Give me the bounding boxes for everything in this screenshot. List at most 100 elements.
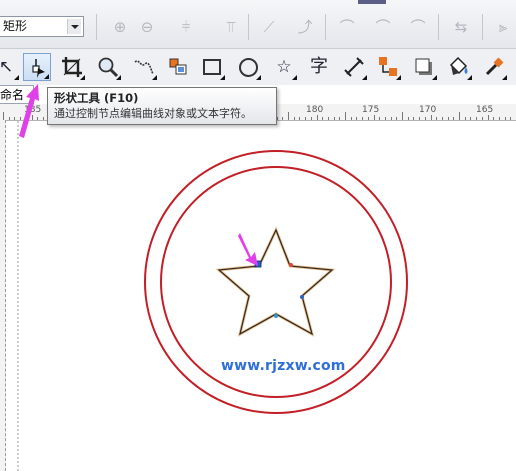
ruler-tick (14, 117, 16, 120)
ruler-tick (37, 117, 39, 120)
dimension-tool-icon[interactable] (340, 53, 368, 81)
eyedropper-tool-icon[interactable] (480, 53, 508, 81)
zoom-tool-icon[interactable] (94, 53, 122, 81)
tooltip-title: 形状工具 (F10) (54, 91, 139, 105)
text-tool-icon[interactable]: 字 (305, 53, 333, 81)
shape-type-value: 矩形 (3, 19, 28, 33)
ruler-tick (487, 115, 489, 120)
ellipse-tool-icon[interactable] (234, 53, 262, 81)
ruler-tick (396, 117, 398, 120)
ruler-tick (498, 117, 500, 120)
extend-curve-icon[interactable]: ⫸ (492, 16, 514, 38)
ruler-tick (464, 117, 466, 120)
ruler-tick (350, 117, 352, 120)
tooltip-description: 通过控制节点编辑曲线对象或文本字符。 (54, 107, 252, 120)
shape-type-select[interactable]: 矩形 (0, 16, 84, 37)
ruler-tick (373, 115, 375, 120)
annotation-arrow (238, 233, 258, 266)
ruler-tick (305, 117, 307, 120)
star-shape[interactable] (217, 228, 334, 336)
ruler-tick (20, 117, 22, 120)
ruler-tick (504, 117, 506, 120)
ruler-tick (322, 117, 324, 120)
vertical-ruler[interactable] (0, 120, 6, 471)
rectangle-tool-icon[interactable] (198, 53, 226, 81)
document-tab-label: 命名 (0, 88, 25, 102)
ruler-tick (333, 117, 335, 120)
reverse-direction-icon[interactable]: ⇆ (450, 16, 472, 38)
ruler-tick (327, 117, 329, 120)
ruler-tick (436, 117, 438, 120)
break-curve-icon[interactable]: ⫪ (220, 16, 242, 38)
join-nodes-icon[interactable]: ⫩ (175, 16, 197, 38)
toolbar-separator (325, 14, 326, 40)
ruler-tick (299, 117, 301, 120)
to-line-icon[interactable]: ⟋ (258, 16, 280, 38)
node-handle[interactable] (300, 295, 304, 299)
ruler-tick (481, 117, 483, 120)
shape-tool-icon[interactable] (23, 53, 51, 81)
ruler-tick (316, 115, 318, 120)
ruler-tick (407, 117, 409, 120)
ruler-tick (339, 117, 341, 120)
toolbar-separator (248, 14, 249, 40)
to-curve-icon[interactable]: ⤴ (294, 16, 316, 38)
ruler-tick (424, 117, 426, 120)
ruler-tick (379, 117, 381, 120)
ruler-tick (413, 117, 415, 120)
ruler-tick (384, 117, 386, 120)
ruler-tick (356, 117, 358, 120)
toolbar-separator (96, 14, 97, 40)
connector-tool-icon[interactable] (374, 53, 402, 81)
watermark-text: www.rjzxw.com (221, 358, 346, 374)
drop-shadow-tool-icon[interactable] (410, 53, 438, 81)
ruler-tick (453, 117, 455, 120)
toolbar-separator (482, 14, 483, 40)
ruler-tick (310, 117, 312, 120)
ruler-tick (402, 112, 403, 120)
ruler-tick (8, 117, 10, 120)
panel-tab-indicator (358, 0, 386, 4)
node-handle[interactable] (289, 263, 293, 267)
ruler-tick (362, 117, 364, 120)
ruler-tick (367, 117, 369, 120)
ruler-label: 175 (362, 105, 380, 115)
toolbar-separator (438, 14, 439, 40)
freehand-tool-icon[interactable] (130, 53, 158, 81)
fill-tool-icon[interactable] (445, 53, 473, 81)
ruler-tick (447, 117, 449, 120)
ruler-label: 180 (306, 105, 324, 115)
ruler-tick (293, 117, 295, 120)
pick-tool-icon[interactable]: ↖ (0, 53, 20, 81)
smooth-node-icon[interactable]: ⌒ (372, 16, 394, 38)
ruler-tick (3, 112, 4, 120)
symmetric-node-icon[interactable]: ⌒ (407, 16, 429, 38)
ruler-tick (390, 117, 392, 120)
ruler-label: 165 (476, 105, 494, 115)
ruler-tick (459, 112, 460, 120)
add-node-icon[interactable]: ⊕ (109, 16, 131, 38)
selected-node-handle[interactable] (254, 260, 262, 268)
ruler-tick (42, 117, 44, 120)
ruler-tick (470, 117, 472, 120)
star-tool-icon[interactable]: ☆ (270, 53, 298, 81)
ruler-tick (419, 117, 421, 120)
crop-tool-icon[interactable] (58, 53, 86, 81)
document-tab[interactable]: 命名 (0, 85, 34, 104)
star-selection-halo (215, 226, 336, 338)
ruler-tick (25, 117, 27, 120)
smart-fill-tool-icon[interactable] (164, 53, 192, 81)
delete-node-icon[interactable]: ⊖ (136, 16, 158, 38)
chevron-down-icon[interactable] (67, 19, 81, 34)
ruler-tick (31, 115, 33, 120)
ruler-tick (476, 117, 478, 120)
cusp-node-icon[interactable]: ⌒ (336, 16, 358, 38)
property-bar: 矩形 ⊕ ⊖ ⫩ ⫪ ⟋ ⤴ ⌒ ⌒ ⌒ ⇆ ⫸ (0, 0, 516, 49)
ruler-label: 170 (419, 105, 437, 115)
ruler-tick (288, 112, 289, 120)
shape-tool-tooltip: 形状工具 (F10) 通过控制节点编辑曲线对象或文本字符。 (47, 87, 277, 125)
ruler-tick (493, 117, 495, 120)
node-handle[interactable] (274, 314, 278, 318)
ruler-tick (345, 112, 346, 120)
ruler-label: 185 (24, 105, 42, 115)
